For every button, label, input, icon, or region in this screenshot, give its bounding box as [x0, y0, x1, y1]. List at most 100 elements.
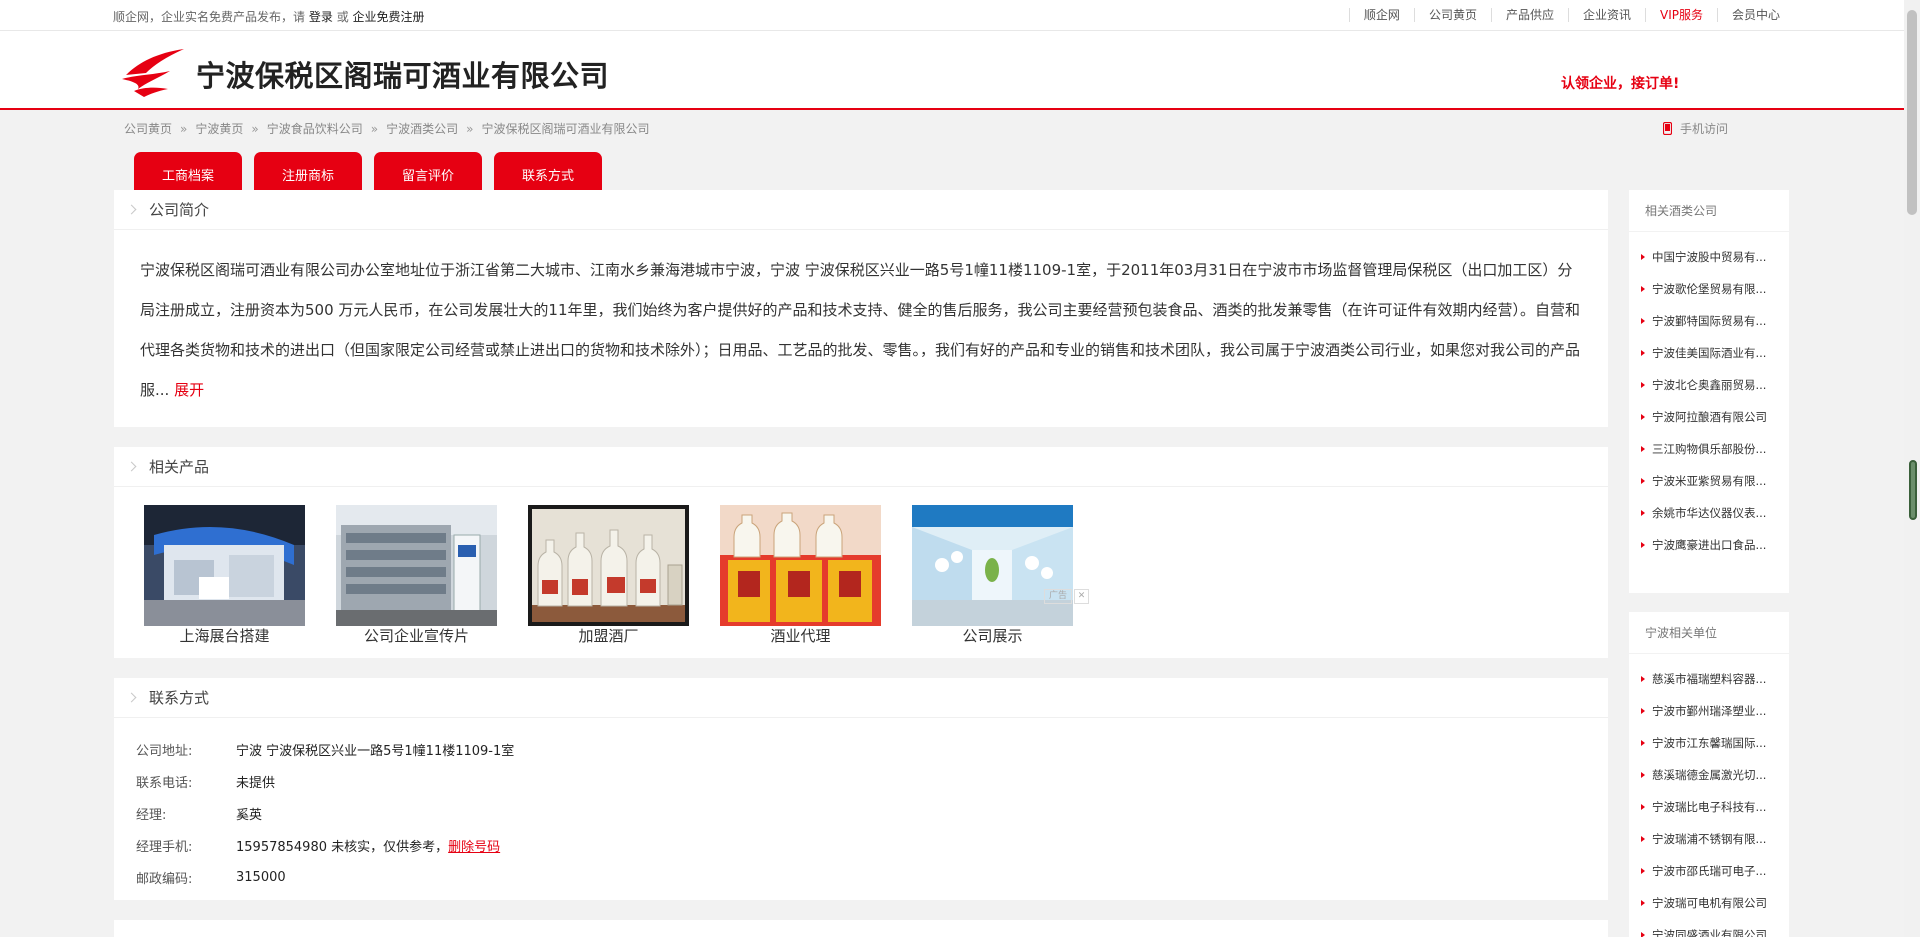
panel-header: 公司简介 [114, 190, 1608, 230]
sidebar-unit-link[interactable]: 宁波市邵氏瑞可电子... [1629, 855, 1789, 887]
sidebar-unit-link[interactable]: 宁波市江东馨瑞国际... [1629, 727, 1789, 759]
company-intro-panel: 公司简介 宁波保税区阁瑞可酒业有限公司办公室地址位于浙江省第二大城市、江南水乡兼… [114, 190, 1608, 427]
next-panel [114, 920, 1608, 937]
liquor-giftbox-image[interactable] [720, 505, 881, 626]
liquor-bottles-image[interactable] [528, 505, 689, 626]
showroom-image[interactable] [912, 505, 1073, 626]
product-item[interactable]: 加盟酒厂 [528, 505, 689, 646]
tab-business-record[interactable]: 工商档案 [134, 152, 242, 190]
claim-company-link[interactable]: 认领企业，接订单! [1561, 73, 1679, 93]
product-name[interactable]: 酒业代理 [720, 626, 881, 646]
product-list: 上海展台搭建 公司企业宣传片 加盟酒厂 酒业代理 公司展示 [144, 505, 1104, 646]
product-name[interactable]: 公司企业宣传片 [336, 626, 497, 646]
top-nav-vip[interactable]: VIP服务 [1644, 8, 1717, 22]
sidebar-unit-link[interactable]: 宁波瑞可电机有限公司 [1629, 887, 1789, 919]
sidebar-item-label[interactable]: 宁波市江东馨瑞国际... [1652, 735, 1766, 751]
breadcrumb-item[interactable]: 宁波酒类公司 [386, 122, 458, 136]
sidebar-item-label[interactable]: 慈溪市福瑞塑料容器... [1652, 671, 1766, 687]
exhibition-booth-image[interactable] [144, 505, 305, 626]
top-nav-home[interactable]: 顺企网 [1348, 8, 1414, 22]
contact-row-postcode: 邮政编码: 315000 [136, 861, 514, 893]
sidebar-unit-link[interactable]: 慈溪瑞德金属激光切... [1629, 759, 1789, 791]
office-building-image[interactable] [336, 505, 497, 626]
company-title: 宁波保税区阁瑞可酒业有限公司 [196, 59, 610, 93]
sidebar-item-label[interactable]: 宁波米亚紫贸易有限... [1652, 473, 1766, 489]
products-title: 相关产品 [149, 458, 210, 476]
sidebar-item-label[interactable]: 宁波瑞浦不锈钢有限... [1652, 831, 1766, 847]
contact-label: 邮政编码: [136, 871, 193, 887]
sidebar-company-link[interactable]: 宁波北仑奥鑫丽贸易... [1629, 369, 1789, 401]
top-nav-news[interactable]: 企业资讯 [1567, 8, 1645, 22]
sidebar-item-label[interactable]: 余姚市华达仪器仪表... [1652, 505, 1766, 521]
sidebar-item-label[interactable]: 宁波市鄞州瑞泽塑业... [1652, 703, 1766, 719]
page-scrollbar[interactable] [1904, 0, 1920, 937]
sidebar-company-link[interactable]: 中国宁波股中贸易有... [1629, 241, 1789, 273]
contact-row-address: 公司地址: 宁波 宁波保税区兴业一路5号1幢11楼1109-1室 [136, 733, 514, 765]
delete-number-link[interactable]: 删除号码 [448, 840, 500, 855]
chevron-right-icon [126, 692, 137, 703]
product-item[interactable]: 上海展台搭建 [144, 505, 305, 646]
ad-tag: 广告 ✕ [1044, 589, 1090, 604]
triangle-bullet-icon [1641, 254, 1645, 260]
sidebar-list: 慈溪市福瑞塑料容器... 宁波市鄞州瑞泽塑业... 宁波市江东馨瑞国际... 慈… [1629, 654, 1789, 937]
sidebar-unit-link[interactable]: 宁波瑞比电子科技有... [1629, 791, 1789, 823]
sidebar-item-label[interactable]: 宁波同盛酒业有限公司 [1652, 927, 1767, 937]
sidebar-item-label[interactable]: 宁波鄞特国际贸易有... [1652, 313, 1766, 329]
sidebar-unit-link[interactable]: 宁波市鄞州瑞泽塑业... [1629, 695, 1789, 727]
top-bar-welcome: 顺企网，企业实名免费产品发布，请 登录 或 企业免费注册 [113, 8, 425, 25]
mobile-access-link[interactable]: 手机访问 [1663, 120, 1728, 137]
sidebar-item-label[interactable]: 宁波鹰豪进出口食品... [1652, 537, 1766, 553]
triangle-bullet-icon [1641, 286, 1645, 292]
breadcrumb-item[interactable]: 宁波黄页 [195, 122, 243, 136]
sidebar-item-label[interactable]: 中国宁波股中贸易有... [1652, 249, 1766, 265]
tab-trademark[interactable]: 注册商标 [254, 152, 362, 190]
product-name[interactable]: 加盟酒厂 [528, 626, 689, 646]
triangle-bullet-icon [1641, 900, 1645, 906]
product-item[interactable]: 公司企业宣传片 [336, 505, 497, 646]
shunqi-logo-icon[interactable] [120, 45, 186, 97]
sidebar-company-link[interactable]: 宁波鄞特国际贸易有... [1629, 305, 1789, 337]
expand-link[interactable]: 展开 [174, 381, 204, 399]
sidebar-company-link[interactable]: 三江购物俱乐部股份... [1629, 433, 1789, 465]
contact-panel: 联系方式 公司地址: 宁波 宁波保税区兴业一路5号1幢11楼1109-1室 联系… [114, 678, 1608, 900]
breadcrumb-item[interactable]: 宁波食品饮料公司 [267, 122, 363, 136]
sidebar-unit-link[interactable]: 宁波瑞浦不锈钢有限... [1629, 823, 1789, 855]
sidebar-item-label[interactable]: 宁波市邵氏瑞可电子... [1652, 863, 1766, 879]
tab-contact[interactable]: 联系方式 [494, 152, 602, 190]
breadcrumb-item[interactable]: 公司黄页 [124, 122, 172, 136]
product-item[interactable]: 公司展示 [912, 505, 1073, 646]
sidebar-company-link[interactable]: 宁波鹰豪进出口食品... [1629, 529, 1789, 561]
sidebar-company-link[interactable]: 宁波佳美国际酒业有... [1629, 337, 1789, 369]
register-link[interactable]: 企业免费注册 [353, 10, 425, 24]
contact-row-manager: 经理: 奚英 [136, 797, 514, 829]
login-link[interactable]: 登录 [309, 10, 333, 24]
product-item[interactable]: 酒业代理 [720, 505, 881, 646]
product-name[interactable]: 公司展示 [912, 626, 1073, 646]
sidebar-company-link[interactable]: 宁波歌伦堡贸易有限... [1629, 273, 1789, 305]
sidebar-item-label[interactable]: 慈溪瑞德金属激光切... [1652, 767, 1766, 783]
sidebar-item-label[interactable]: 三江购物俱乐部股份... [1652, 441, 1766, 457]
sidebar-unit-link[interactable]: 慈溪市福瑞塑料容器... [1629, 663, 1789, 695]
top-nav-products[interactable]: 产品供应 [1490, 8, 1568, 22]
triangle-bullet-icon [1641, 772, 1645, 778]
contact-label: 联系电话: [136, 775, 193, 791]
product-name[interactable]: 上海展台搭建 [144, 626, 305, 646]
sidebar-unit-link[interactable]: 宁波同盛酒业有限公司 [1629, 919, 1789, 937]
panel-header: 相关产品 [114, 447, 1608, 487]
tab-reviews[interactable]: 留言评价 [374, 152, 482, 190]
sidebar-item-label[interactable]: 宁波歌伦堡贸易有限... [1652, 281, 1766, 297]
sidebar-item-label[interactable]: 宁波北仑奥鑫丽贸易... [1652, 377, 1766, 393]
top-nav-yellowpages[interactable]: 公司黄页 [1413, 8, 1491, 22]
sidebar-item-label[interactable]: 宁波佳美国际酒业有... [1652, 345, 1766, 361]
company-tabs: 工商档案 注册商标 留言评价 联系方式 [134, 152, 614, 190]
scrollbar-thumb[interactable] [1907, 10, 1917, 215]
floating-widget-handle[interactable] [1909, 460, 1917, 520]
sidebar-company-link[interactable]: 宁波阿拉酿酒有限公司 [1629, 401, 1789, 433]
sidebar-company-link[interactable]: 余姚市华达仪器仪表... [1629, 497, 1789, 529]
sidebar-item-label[interactable]: 宁波阿拉酿酒有限公司 [1652, 409, 1767, 425]
sidebar-item-label[interactable]: 宁波瑞比电子科技有... [1652, 799, 1766, 815]
sidebar-company-link[interactable]: 宁波米亚紫贸易有限... [1629, 465, 1789, 497]
top-nav-member[interactable]: 会员中心 [1716, 8, 1794, 22]
ad-close-icon[interactable]: ✕ [1074, 589, 1090, 604]
sidebar-item-label[interactable]: 宁波瑞可电机有限公司 [1652, 895, 1767, 911]
